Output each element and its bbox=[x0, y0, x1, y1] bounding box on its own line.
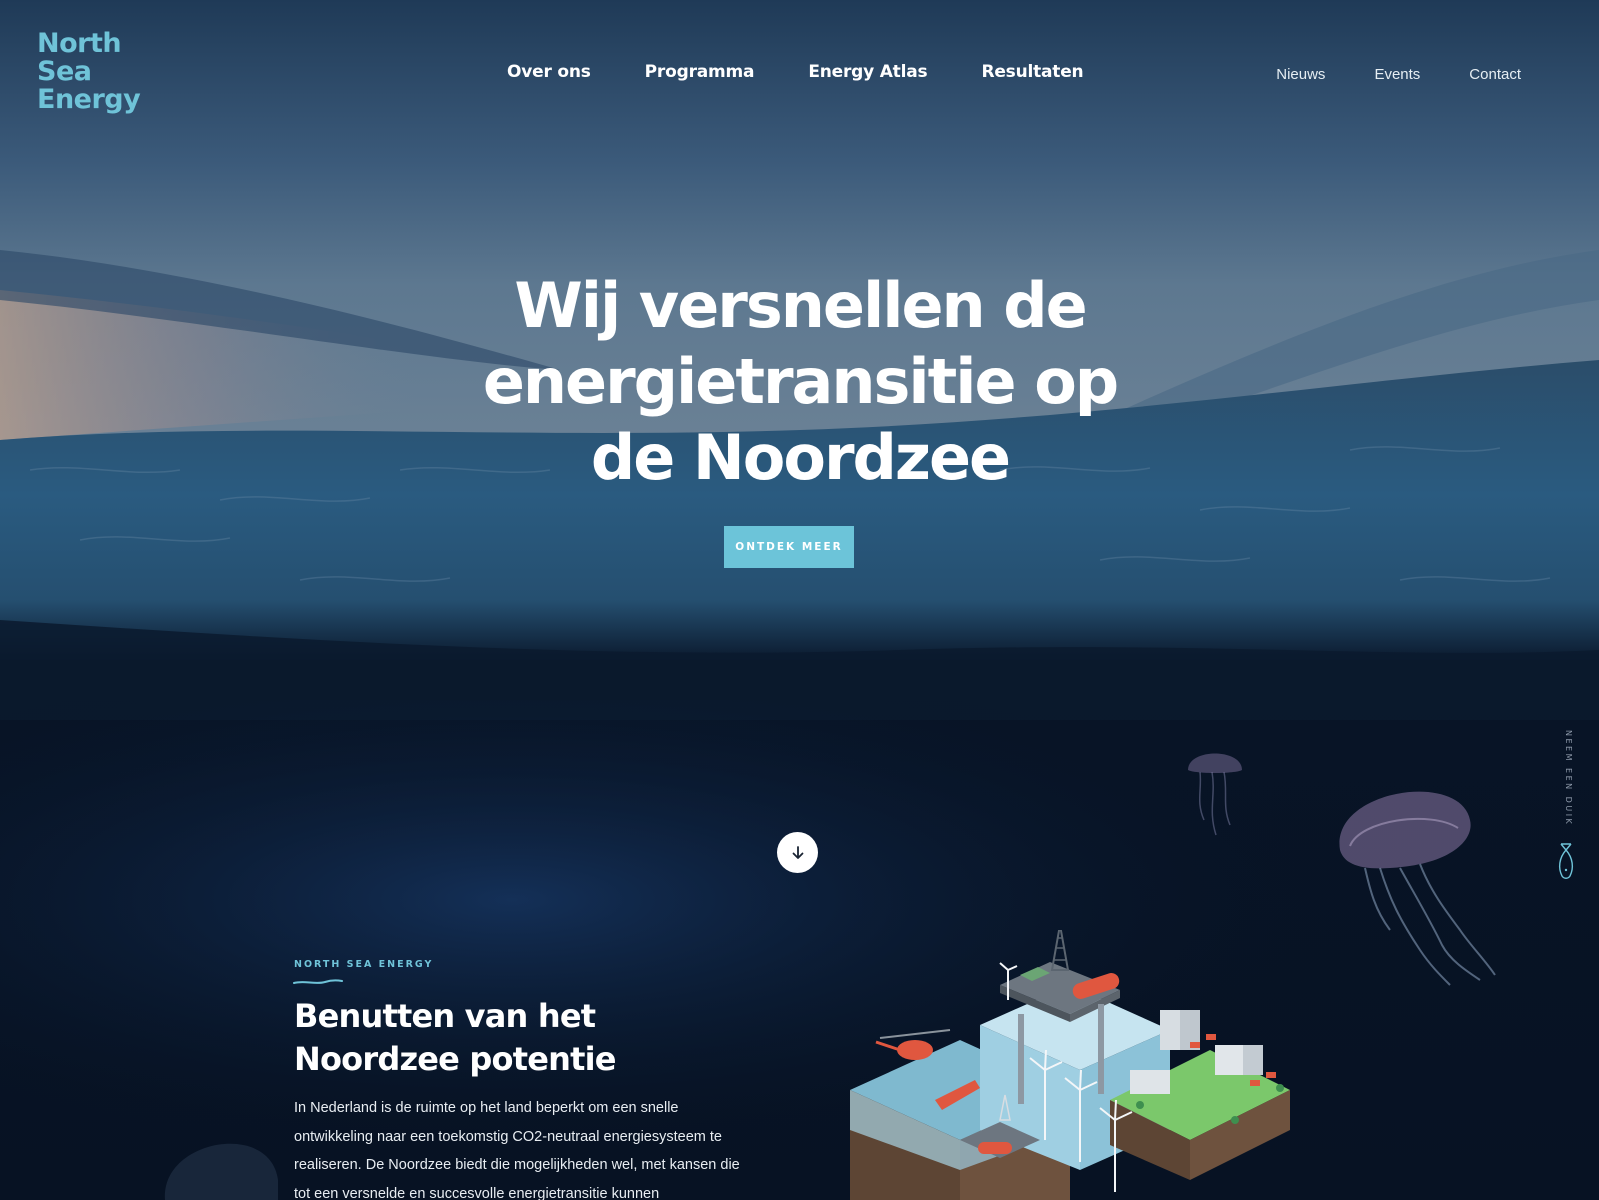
logo-line: Energy bbox=[37, 84, 141, 115]
logo-line: Sea bbox=[37, 56, 92, 87]
hero-title: Wij versnellen de energietransitie op de… bbox=[400, 268, 1200, 496]
wave-divider-icon bbox=[293, 979, 343, 984]
page: North Sea Energy Over ons Programma Ener… bbox=[0, 0, 1599, 1200]
hero-title-line: de Noordzee bbox=[590, 421, 1011, 494]
nav-item-programma[interactable]: Programma bbox=[618, 62, 782, 92]
nav-item-nieuws[interactable]: Nieuws bbox=[1227, 66, 1325, 83]
jellyfish-small-illustration bbox=[1188, 753, 1242, 836]
fish-icon[interactable] bbox=[1555, 842, 1577, 880]
dive-label: NEEM EEN DUIK bbox=[1564, 730, 1573, 827]
jellyfish-faint-illustration bbox=[164, 1143, 278, 1200]
main-nav: Over ons Programma Energy Atlas Resultat… bbox=[480, 62, 1110, 92]
secondary-nav: Nieuws Events Contact bbox=[1227, 66, 1521, 83]
arrow-down-icon bbox=[792, 845, 803, 859]
section-title: Benutten van het Noordzee potentie bbox=[294, 995, 754, 1081]
nav-item-over-ons[interactable]: Over ons bbox=[480, 62, 618, 92]
logo[interactable]: North Sea Energy bbox=[37, 28, 141, 115]
section-title-line: Benutten van het bbox=[294, 997, 596, 1035]
hero-title-line: energietransitie op bbox=[482, 345, 1119, 418]
logo-line: North bbox=[37, 28, 122, 59]
jellyfish-large-illustration bbox=[1339, 791, 1496, 986]
nav-item-events[interactable]: Events bbox=[1325, 66, 1420, 83]
section-eyebrow: NORTH SEA ENERGY bbox=[294, 959, 434, 970]
scroll-down-button[interactable] bbox=[777, 832, 818, 873]
nav-item-resultaten[interactable]: Resultaten bbox=[954, 62, 1110, 92]
nav-item-contact[interactable]: Contact bbox=[1420, 66, 1521, 83]
nav-item-energy-atlas[interactable]: Energy Atlas bbox=[781, 62, 954, 92]
hero-background bbox=[0, 0, 1599, 1200]
section-title-line: Noordzee potentie bbox=[294, 1040, 616, 1078]
section-body: In Nederland is de ruimte op het land be… bbox=[294, 1100, 740, 1200]
energy-platform-illustration bbox=[850, 930, 1290, 1200]
site-header: North Sea Energy Over ons Programma Ener… bbox=[0, 0, 1599, 150]
ontdek-meer-button[interactable]: ONTDEK MEER bbox=[724, 526, 854, 568]
hero-title-line: Wij versnellen de bbox=[514, 269, 1087, 342]
